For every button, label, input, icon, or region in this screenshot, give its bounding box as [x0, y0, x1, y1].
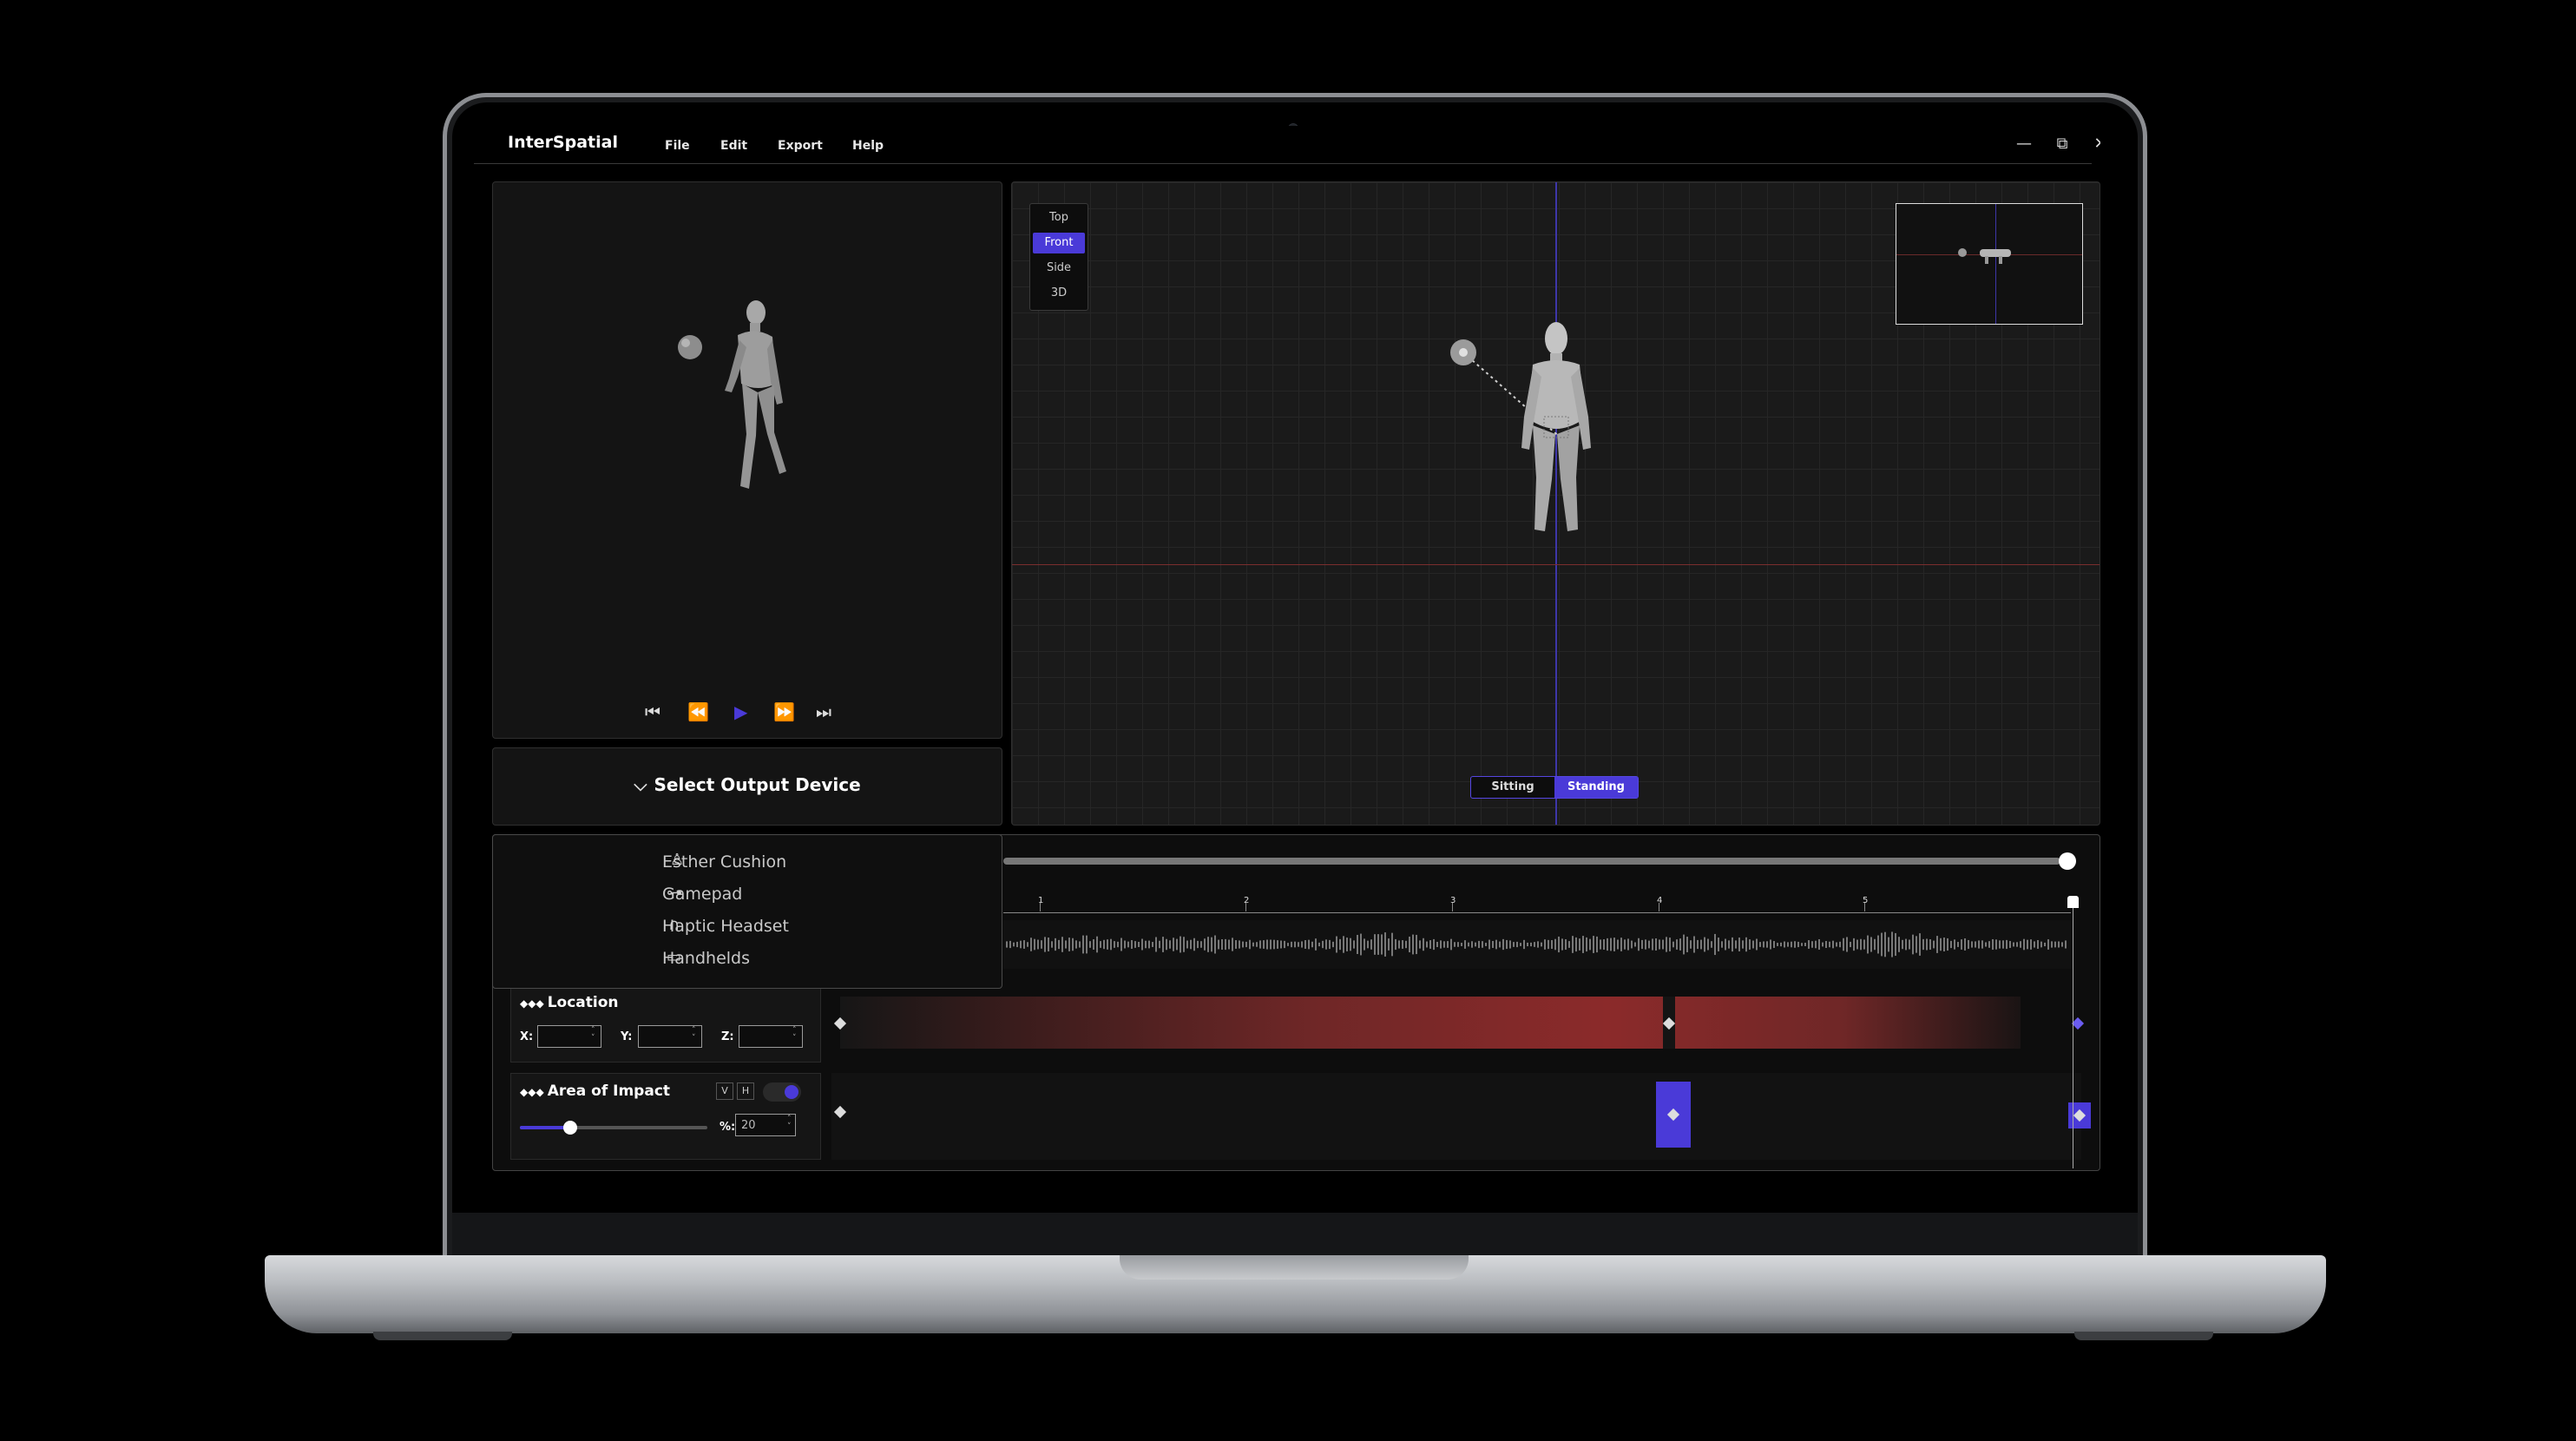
dropdown-item-esther-cushion[interactable]: Esther Cushion: [662, 852, 786, 872]
pose-standing-button[interactable]: Standing: [1554, 777, 1638, 798]
output-device-dropdown: ♙ Esther Cushion ⊶ Gamepad ∩ Haptic Head…: [492, 834, 1002, 989]
location-heat-bar: [840, 997, 2021, 1049]
laptop-foot: [373, 1332, 512, 1340]
menu-export[interactable]: Export: [778, 139, 823, 153]
laptop-chin: [452, 1213, 2138, 1256]
preview-figure: [678, 300, 786, 489]
ruler-label: 2: [1244, 896, 1250, 905]
y-label: Y:: [621, 1030, 633, 1043]
laptop-foot: [2074, 1332, 2213, 1340]
stepper-arrows-icon[interactable]: ˄ ˅: [692, 1027, 696, 1043]
laptop-notch: [1120, 1255, 1469, 1280]
vertical-toggle-button[interactable]: V: [716, 1082, 733, 1100]
ruler-label: 3: [1450, 896, 1456, 905]
ruler-label: 1: [1038, 896, 1044, 905]
impact-track-controls: ◆◆◆Area of Impact V H %: ˄˅: [510, 1073, 821, 1160]
impact-track-title: ◆◆◆ Area of Impact: [520, 1082, 671, 1100]
tab-3d[interactable]: 3D: [1033, 283, 1085, 304]
avatar-figure: [1450, 322, 1591, 531]
minimize-icon[interactable]: —: [2014, 135, 2034, 153]
menubar: InterSpatial File Edit Export Help — ⧉ ✕: [474, 126, 2100, 164]
minimap-figure: [1958, 248, 2011, 264]
play-icon[interactable]: ▶: [734, 701, 747, 722]
stepper-arrows-icon[interactable]: ˄ ˅: [787, 1115, 792, 1131]
ruler-label: 5: [1863, 896, 1869, 905]
tab-front[interactable]: Front: [1033, 233, 1085, 253]
rewind-icon[interactable]: ⏪: [687, 701, 709, 722]
preview-panel: ⏮ ⏪ ▶ ⏩ ⏭: [492, 181, 1002, 739]
pose-sitting-button[interactable]: Sitting: [1471, 777, 1554, 798]
fast-forward-icon[interactable]: ⏩: [773, 701, 795, 722]
horizontal-toggle-button[interactable]: H: [737, 1082, 754, 1100]
tab-side[interactable]: Side: [1033, 258, 1085, 279]
skip-forward-icon[interactable]: ⏭: [816, 701, 831, 722]
pose-toggle: Sitting Standing: [1470, 776, 1639, 799]
dropdown-item-haptic-headset[interactable]: Haptic Headset: [662, 917, 789, 936]
ruler-label: 4: [1657, 896, 1663, 905]
minimap[interactable]: [1896, 203, 2083, 325]
dropdown-item-gamepad[interactable]: Gamepad: [662, 885, 742, 904]
location-track-lane[interactable]: [831, 988, 2085, 1061]
select-output-device-button[interactable]: ⌵ Select Output Device: [492, 747, 1002, 826]
app-title: InterSpatial: [508, 133, 618, 152]
keyframe-marker[interactable]: [833, 1105, 847, 1119]
keyframe-icon: ◆◆◆: [520, 1086, 544, 1098]
ruler: [1003, 912, 2071, 913]
impact-slider-knob[interactable]: [563, 1121, 578, 1135]
keyframe-icon: ◆◆◆: [520, 997, 544, 1010]
skip-back-icon[interactable]: ⏮: [645, 701, 660, 722]
dropdown-item-handhelds[interactable]: Handhelds: [662, 949, 750, 968]
location-track-title: ◆◆◆ Location: [520, 994, 619, 1011]
impact-toggle[interactable]: [763, 1082, 801, 1102]
menu-edit[interactable]: Edit: [720, 139, 747, 153]
impact-track-lane[interactable]: [831, 1073, 2091, 1160]
stepper-arrows-icon[interactable]: ˄ ˅: [591, 1027, 595, 1043]
close-icon[interactable]: ✕: [2090, 135, 2100, 153]
playhead-handle[interactable]: [2067, 896, 2079, 908]
menu-file[interactable]: File: [665, 139, 690, 153]
menu-help[interactable]: Help: [852, 139, 884, 153]
app-window: InterSpatial File Edit Export Help — ⧉ ✕…: [465, 126, 2100, 1211]
audio-waveform: [1003, 920, 2073, 969]
x-label: X:: [520, 1030, 534, 1043]
tab-top[interactable]: Top: [1033, 207, 1085, 228]
timeline-scrubber-knob[interactable]: [2059, 852, 2076, 870]
stepper-arrows-icon[interactable]: ˄ ˅: [792, 1027, 797, 1043]
chevron-down-icon: ⌵: [634, 774, 647, 795]
scene-viewport[interactable]: Top Front Side 3D Sitting Standing: [1011, 181, 2100, 826]
restore-icon[interactable]: ⧉: [2052, 135, 2073, 153]
percent-label: %:: [720, 1121, 736, 1134]
timeline-scrubber-track[interactable]: [1003, 858, 2060, 865]
horizontal-axis: [1012, 564, 2100, 565]
view-switcher: Top Front Side 3D: [1029, 203, 1088, 311]
location-track-controls: ◆◆◆ Location X: ˄ ˅ Y: ˄ ˅ Z: ˄ ˅: [510, 984, 821, 1063]
select-output-label: ⌵ Select Output Device: [634, 774, 861, 795]
keyframe-marker[interactable]: [2071, 1017, 2085, 1030]
z-label: Z:: [721, 1030, 734, 1043]
